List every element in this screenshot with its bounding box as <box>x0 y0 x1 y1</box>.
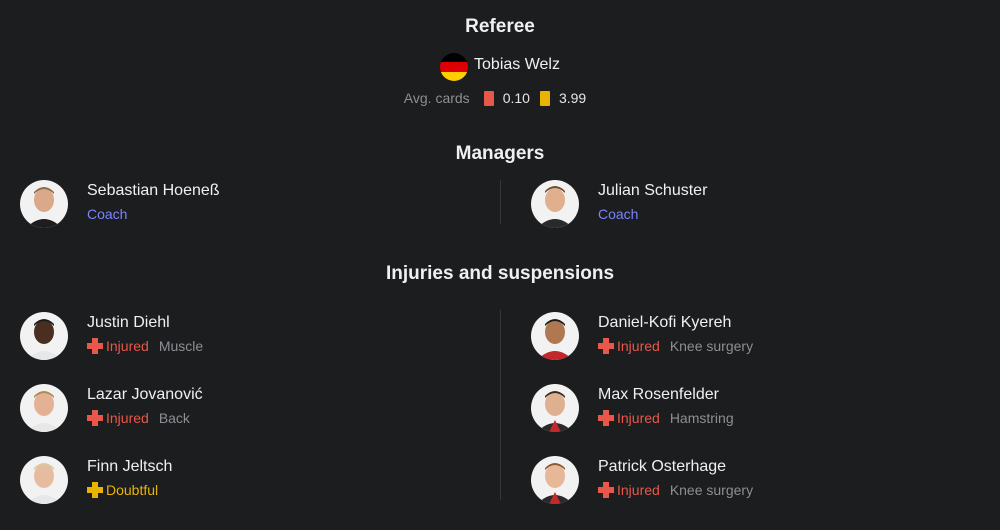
manager-home[interactable]: Sebastian Hoeneß Coach <box>20 180 480 232</box>
injuries-divider <box>500 310 501 500</box>
avatar <box>531 456 579 504</box>
injured-cross-icon <box>598 338 614 354</box>
player-name: Finn Jeltsch <box>87 458 173 475</box>
status-label: Injured <box>106 338 149 354</box>
avatar <box>531 312 579 360</box>
player-name: Lazar Jovanović <box>87 386 203 403</box>
managers-title: Managers <box>455 143 545 164</box>
injury-item[interactable]: Finn Jeltsch Doubtful <box>20 456 480 508</box>
injured-cross-icon <box>87 410 103 426</box>
referee-avg-cards: Avg. cards 0.10 3.99 <box>0 88 1000 108</box>
injury-reason: Knee surgery <box>669 338 754 354</box>
injured-cross-icon <box>87 338 103 354</box>
injury-reason: Hamstring <box>669 410 734 426</box>
referee-name: Tobias Welz <box>474 56 560 73</box>
player-name: Daniel-Kofi Kyereh <box>598 314 732 331</box>
red-card-avg: 0.10 <box>502 90 530 106</box>
manager-role: Coach <box>598 206 639 222</box>
avatar <box>20 312 68 360</box>
injury-item[interactable]: Patrick Osterhage Injured Knee surgery <box>531 456 981 508</box>
referee-row[interactable]: Tobias Welz <box>0 52 1000 82</box>
avatar <box>20 384 68 432</box>
manager-away[interactable]: Julian Schuster Coach <box>531 180 981 232</box>
status-label: Injured <box>617 338 660 354</box>
injured-cross-icon <box>598 482 614 498</box>
injury-item[interactable]: Justin Diehl Injured Muscle <box>20 312 480 364</box>
injury-reason: Back <box>158 410 190 426</box>
managers-divider <box>500 180 501 224</box>
status-label: Injured <box>617 482 660 498</box>
injuries-title: Injuries and suspensions <box>385 263 615 284</box>
status-label: Doubtful <box>106 482 159 498</box>
manager-name: Julian Schuster <box>598 182 708 199</box>
injury-reason: Muscle <box>158 338 204 354</box>
manager-name: Sebastian Hoeneß <box>87 182 220 199</box>
avatar <box>20 180 68 228</box>
red-card-icon <box>483 90 494 106</box>
referee-title: Referee <box>465 16 535 37</box>
injury-reason: Knee surgery <box>669 482 754 498</box>
avatar <box>531 384 579 432</box>
player-name: Patrick Osterhage <box>598 458 727 475</box>
injured-cross-icon <box>598 410 614 426</box>
doubtful-cross-icon <box>87 482 103 498</box>
avatar <box>20 456 68 504</box>
avg-cards-label: Avg. cards <box>403 90 470 106</box>
player-name: Max Rosenfelder <box>598 386 719 403</box>
yellow-card-icon <box>539 90 550 106</box>
injury-item[interactable]: Max Rosenfelder Injured Hamstring <box>531 384 981 436</box>
avatar <box>531 180 579 228</box>
manager-role: Coach <box>87 206 128 222</box>
injury-item[interactable]: Lazar Jovanović Injured Back <box>20 384 480 436</box>
status-label: Injured <box>106 410 149 426</box>
status-label: Injured <box>617 410 660 426</box>
yellow-card-avg: 3.99 <box>558 90 587 106</box>
injury-item[interactable]: Daniel-Kofi Kyereh Injured Knee surgery <box>531 312 981 364</box>
germany-flag-icon <box>440 53 469 81</box>
player-name: Justin Diehl <box>87 314 170 331</box>
